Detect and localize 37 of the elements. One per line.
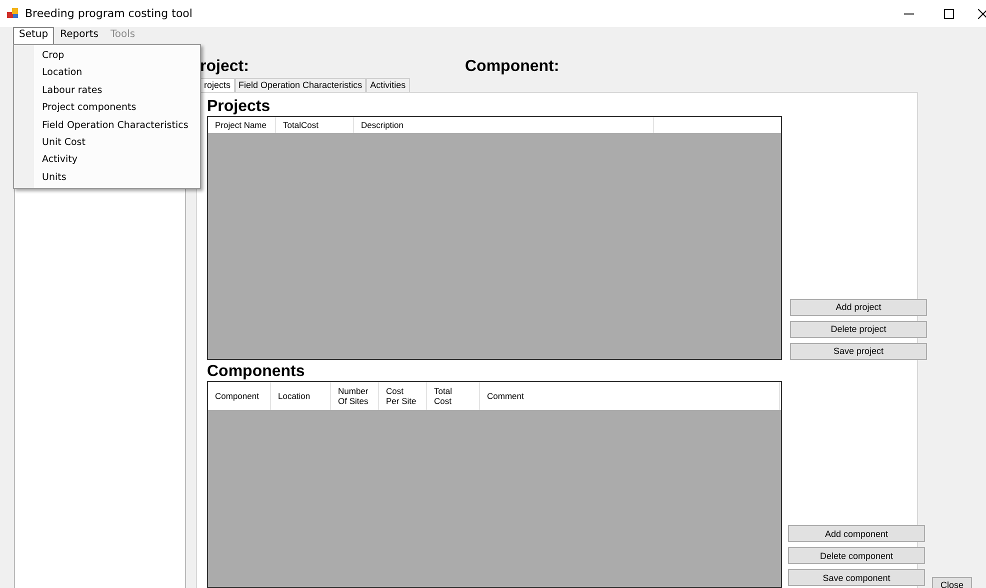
tab[interactable]: Activities <box>366 78 410 92</box>
action-button[interactable]: Add component <box>788 525 925 542</box>
menu-entry[interactable]: Unit Cost <box>14 134 200 152</box>
menu-entry[interactable]: Location <box>14 64 200 82</box>
tab[interactable]: rojects <box>200 78 235 92</box>
app-icon <box>7 8 19 19</box>
action-button[interactable]: Save project <box>790 342 927 360</box>
menu-entry[interactable]: Activity <box>14 151 200 169</box>
column-header: Project Name <box>208 117 276 133</box>
action-button[interactable]: Save component <box>788 569 925 586</box>
menu-item[interactable]: Setup <box>13 27 54 44</box>
close-dialog-button[interactable]: Close <box>932 577 972 588</box>
column-header: Cost Per Site <box>379 382 427 410</box>
menu-entry[interactable]: Units <box>14 168 200 186</box>
column-header: Description <box>354 117 654 133</box>
column-header: Comment <box>480 382 780 410</box>
action-button[interactable]: Delete component <box>788 547 925 564</box>
column-header: Component <box>208 382 271 410</box>
column-header: TotalCost <box>276 117 354 133</box>
menu-entry[interactable]: Project components <box>14 99 200 117</box>
close-icon[interactable] <box>978 8 986 18</box>
project-label: roject: <box>200 58 250 76</box>
section-title: Components <box>207 362 306 381</box>
column-header: Total Cost <box>427 382 480 410</box>
component-label: Component: <box>465 58 560 76</box>
window-title: Breeding program costing tool <box>25 7 194 20</box>
tab[interactable]: Field Operation Characteristics <box>234 78 366 92</box>
menu-entry[interactable]: Crop <box>14 47 200 64</box>
action-button[interactable]: Add project <box>790 298 927 316</box>
column-header: Number Of Sites <box>331 382 379 410</box>
menu-entry[interactable]: Field Operation Characteristics <box>14 116 200 134</box>
section-title: Projects <box>207 97 272 116</box>
column-header: Location <box>271 382 331 410</box>
action-button[interactable]: Delete project <box>790 320 927 338</box>
menu-entry[interactable]: Labour rates <box>14 82 200 100</box>
menu-item[interactable]: Reports <box>54 27 104 44</box>
maximize-icon[interactable] <box>944 8 954 18</box>
